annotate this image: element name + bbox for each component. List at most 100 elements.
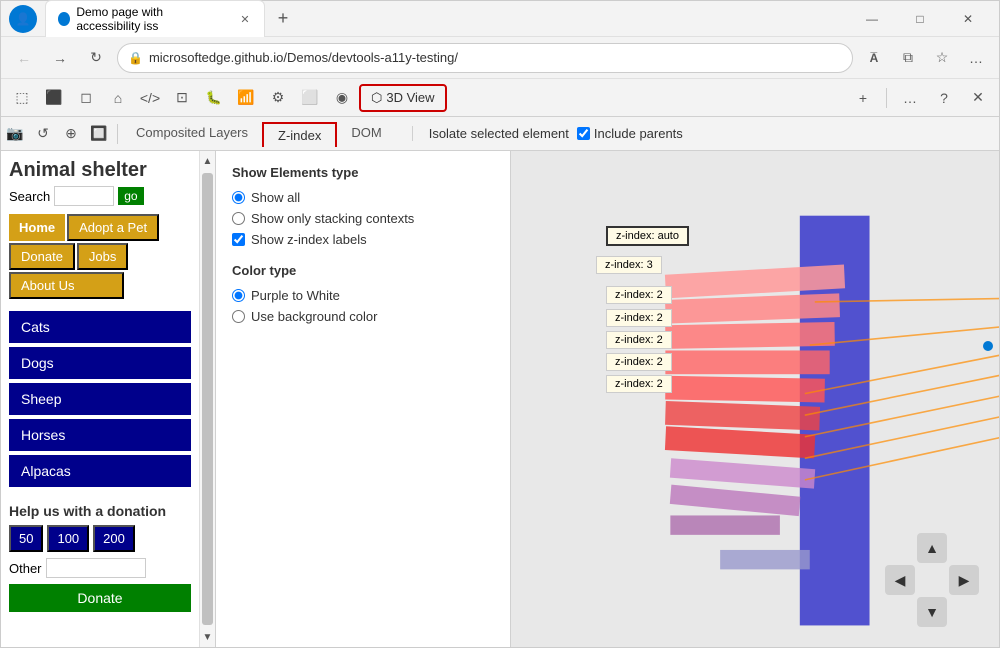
- tab-z-index[interactable]: Z-index: [262, 122, 337, 147]
- website-scrollbar: ▲ ▼: [199, 151, 215, 647]
- show-all-radio[interactable]: [232, 191, 245, 204]
- favorites-button[interactable]: ☆: [927, 43, 957, 73]
- animal-alpacas[interactable]: Alpacas: [9, 455, 191, 487]
- show-stacking-label: Show only stacking contexts: [251, 211, 414, 226]
- tab-dom[interactable]: DOM: [337, 119, 395, 148]
- show-elements-title: Show Elements type: [232, 165, 494, 180]
- nav-left-button[interactable]: ◀: [885, 565, 915, 595]
- nav-arrows: ▲ ◀ ▶ ▼: [885, 533, 979, 627]
- nav-aboutus-button[interactable]: About Us: [9, 272, 124, 299]
- show-stacking-radio[interactable]: [232, 212, 245, 225]
- active-tab[interactable]: Demo page with accessibility iss ✕: [45, 0, 265, 37]
- donate-button[interactable]: Donate: [9, 584, 191, 612]
- website-content: Animal shelter Search go Home Adopt a Pe…: [1, 151, 215, 647]
- color-type-title: Color type: [232, 263, 494, 278]
- viz-scroll-thumb[interactable]: [983, 341, 993, 351]
- include-parents-wrap: Include parents: [577, 126, 683, 141]
- scroll-down-button[interactable]: ▼: [200, 627, 215, 647]
- purple-to-white-radio[interactable]: [232, 289, 245, 302]
- center-button[interactable]: ⊕: [57, 120, 85, 148]
- use-bg-color-option[interactable]: Use background color: [232, 309, 494, 324]
- scroll-thumb[interactable]: [202, 173, 213, 625]
- close-button[interactable]: ✕: [945, 3, 991, 35]
- add-tool-button[interactable]: +: [848, 84, 878, 112]
- new-tab-button[interactable]: +: [269, 5, 297, 33]
- settings-button[interactable]: ⚙: [263, 84, 293, 112]
- z-label-3: z-index: 3: [596, 256, 662, 274]
- devtools-toolbar-right: + … ? ✕: [848, 84, 993, 112]
- browser-more-button[interactable]: …: [961, 43, 991, 73]
- home-tool-button[interactable]: ⌂: [103, 84, 133, 112]
- user-avatar[interactable]: 👤: [9, 5, 37, 33]
- purple-to-white-label: Purple to White: [251, 288, 340, 303]
- donation-100-button[interactable]: 100: [47, 525, 89, 552]
- nav-down-button[interactable]: ▼: [917, 597, 947, 627]
- donation-title: Help us with a donation: [9, 503, 191, 519]
- donation-200-button[interactable]: 200: [93, 525, 135, 552]
- devtools-help-button[interactable]: ?: [929, 84, 959, 112]
- devtools-close-button[interactable]: ✕: [963, 84, 993, 112]
- paint-button[interactable]: ◉: [327, 84, 357, 112]
- element-picker-button[interactable]: ◻: [71, 84, 101, 112]
- show-labels-option[interactable]: Show z-index labels: [232, 232, 494, 247]
- use-bg-color-label: Use background color: [251, 309, 377, 324]
- inspect-element-button[interactable]: ⬚: [7, 84, 37, 112]
- website-panel: Animal shelter Search go Home Adopt a Pe…: [1, 151, 216, 647]
- animal-cats[interactable]: Cats: [9, 311, 191, 343]
- screenshot-button[interactable]: 📷: [1, 120, 29, 148]
- back-button[interactable]: ←: [9, 43, 39, 73]
- site-nav: Home Adopt a Pet Donate Jobs About Us: [1, 210, 199, 303]
- animal-dogs[interactable]: Dogs: [9, 347, 191, 379]
- search-input[interactable]: [54, 186, 114, 206]
- nav-jobs-button[interactable]: Jobs: [77, 243, 128, 270]
- 3d-view-label: 3D View: [386, 90, 434, 105]
- tab-close-button[interactable]: ✕: [238, 11, 252, 27]
- z-label-auto: z-index: auto: [606, 226, 689, 246]
- donation-50-button[interactable]: 50: [9, 525, 43, 552]
- source-button[interactable]: </>: [135, 84, 165, 112]
- show-labels-label: Show z-index labels: [251, 232, 367, 247]
- reload-button[interactable]: ↺: [29, 120, 57, 148]
- scroll-up-button[interactable]: ▲: [200, 151, 215, 171]
- minimize-button[interactable]: —: [849, 3, 895, 35]
- search-go-button[interactable]: go: [118, 187, 143, 205]
- 3d-view-icon: ⬡: [371, 90, 382, 106]
- layers-button[interactable]: ⬜: [295, 84, 325, 112]
- bug-button[interactable]: 🐛: [199, 84, 229, 112]
- flatview-button[interactable]: 🔲: [85, 120, 113, 148]
- devtools-toolbar: ⬚ ⬛ ◻ ⌂ </> ⊡ 🐛 📶 ⚙ ⬜ ◉ ⬡ 3D View + … ? …: [1, 79, 999, 117]
- donation-other-input[interactable]: [46, 558, 146, 578]
- nav-donate-button[interactable]: Donate: [9, 243, 75, 270]
- title-bar: 👤 Demo page with accessibility iss ✕ + —…: [1, 1, 999, 37]
- site-title: Animal shelter: [9, 159, 191, 182]
- animal-horses[interactable]: Horses: [9, 419, 191, 451]
- nav-right-button[interactable]: ▶: [949, 565, 979, 595]
- devtools-more-button[interactable]: …: [895, 84, 925, 112]
- show-all-label: Show all: [251, 190, 300, 205]
- device-emulation-button[interactable]: ⬛: [39, 84, 69, 112]
- show-stacking-option[interactable]: Show only stacking contexts: [232, 211, 494, 226]
- address-bar[interactable]: 🔒 microsoftedge.github.io/Demos/devtools…: [117, 43, 853, 73]
- window-controls: — □ ✕: [849, 3, 991, 35]
- main-area: Animal shelter Search go Home Adopt a Pe…: [1, 151, 999, 647]
- grid-button[interactable]: ⊡: [167, 84, 197, 112]
- refresh-button[interactable]: ↻: [81, 43, 111, 73]
- read-aloud-button[interactable]: A̅: [859, 43, 889, 73]
- include-parents-checkbox[interactable]: [577, 127, 590, 140]
- nav-up-button[interactable]: ▲: [917, 533, 947, 563]
- 3d-view-button[interactable]: ⬡ 3D View: [359, 84, 447, 112]
- show-all-option[interactable]: Show all: [232, 190, 494, 205]
- purple-to-white-option[interactable]: Purple to White: [232, 288, 494, 303]
- show-labels-checkbox[interactable]: [232, 233, 245, 246]
- z-label-2b: z-index: 2: [606, 309, 672, 327]
- nav-adopt-button[interactable]: Adopt a Pet: [67, 214, 159, 241]
- animal-sheep[interactable]: Sheep: [9, 383, 191, 415]
- wifi-button[interactable]: 📶: [231, 84, 261, 112]
- donation-amounts: 50 100 200: [9, 525, 191, 552]
- split-window-button[interactable]: ⧉: [893, 43, 923, 73]
- maximize-button[interactable]: □: [897, 3, 943, 35]
- use-bg-color-radio[interactable]: [232, 310, 245, 323]
- forward-button[interactable]: →: [45, 43, 75, 73]
- tab-composited-layers[interactable]: Composited Layers: [122, 119, 262, 148]
- nav-home-button[interactable]: Home: [9, 214, 65, 241]
